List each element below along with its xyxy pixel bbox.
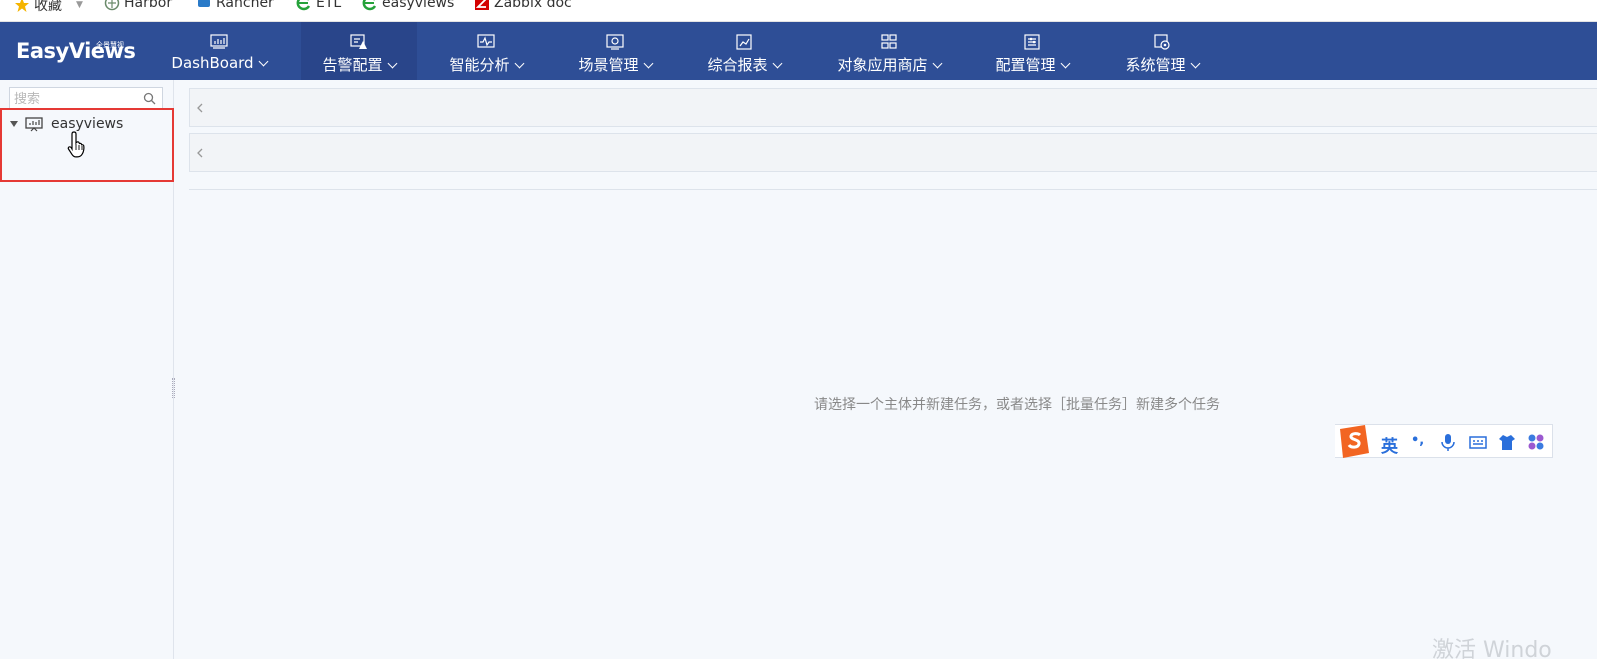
chevron-down-icon	[258, 56, 269, 67]
app-logo-subtitle: 全景慧视	[96, 41, 124, 49]
nav-dashboard[interactable]: DashBoard	[160, 22, 278, 80]
chevron-left-icon[interactable]	[196, 102, 205, 114]
bookmark-label: easyviews	[382, 0, 455, 11]
nav-label: 场景管理	[578, 56, 639, 74]
chevron-down-icon	[1060, 58, 1070, 69]
nav-label: DashBoard	[171, 54, 254, 72]
windows-activation-watermark: 激活 Windo	[1432, 638, 1552, 659]
nav-config-management[interactable]: 配置管理	[984, 22, 1080, 80]
search-box	[9, 87, 163, 109]
bookmark-easyviews[interactable]: easyviews	[362, 0, 454, 11]
nav-object-app-store[interactable]: 对象应用商店	[826, 22, 952, 80]
bookmark-etl[interactable]: ETL	[296, 0, 341, 11]
bookmark-label: Zabbix doc	[494, 0, 572, 11]
bookmark-favorites[interactable]: 收藏 ▼	[14, 0, 83, 15]
ime-language-toggle[interactable]: 英	[1381, 432, 1398, 457]
chevron-down-icon	[1190, 58, 1200, 69]
rancher-icon	[198, 0, 210, 7]
bookmark-label: ETL	[316, 0, 342, 11]
nav-label: 告警配置	[322, 56, 383, 74]
chevron-down-icon	[514, 58, 524, 69]
search-input[interactable]	[14, 90, 140, 107]
nav-alert-config[interactable]: 告警配置	[301, 22, 417, 80]
toolbox-grid-icon[interactable]	[1527, 433, 1545, 451]
chevron-down-icon	[772, 58, 782, 69]
search-icon[interactable]	[143, 92, 156, 105]
bookmark-zabbix-doc[interactable]: Zabbix doc	[474, 0, 572, 11]
analysis-pulse-icon	[477, 34, 495, 48]
nav-label: 对象应用商店	[837, 56, 928, 74]
sidebar-resize-handle[interactable]	[172, 378, 175, 398]
nav-smart-analysis[interactable]: 智能分析	[438, 22, 534, 80]
keyboard-icon[interactable]	[1469, 433, 1487, 451]
dashboard-chart-icon	[210, 34, 228, 49]
top-navigation: EasyViews 全景慧视 DashBoard 告警配置 智能分析 场景管理 …	[0, 22, 1597, 80]
scene-screen-icon	[606, 34, 624, 50]
sogou-logo-icon[interactable]	[1335, 423, 1373, 461]
microphone-icon[interactable]	[1439, 433, 1457, 451]
chevron-left-icon[interactable]	[196, 147, 205, 159]
e-browser-icon	[362, 0, 377, 11]
divider	[189, 189, 1597, 190]
e-browser-icon	[296, 0, 311, 11]
nav-label: 系统管理	[1125, 56, 1186, 74]
chevron-down-icon	[387, 58, 397, 69]
chevron-down-icon	[932, 58, 942, 69]
collapsed-panel-second[interactable]	[189, 133, 1597, 172]
bookmarks-bar: 收藏 ▼ Harbor Rancher ETL easyviews Zabbix…	[0, 0, 1597, 22]
bookmark-label: Rancher	[216, 0, 274, 11]
bookmark-rancher[interactable]: Rancher	[196, 0, 274, 11]
system-settings-icon	[1154, 34, 1170, 50]
nav-label: 智能分析	[449, 56, 510, 74]
collapsed-panel-top[interactable]	[189, 88, 1597, 127]
star-icon	[15, 0, 29, 12]
sidebar: easyviews	[0, 80, 175, 659]
bookmark-label: Harbor	[124, 0, 173, 11]
caret-down-icon[interactable]	[10, 121, 18, 127]
bookmark-label: 收藏	[34, 0, 62, 14]
ime-punctuation-toggle[interactable]: •,	[1411, 433, 1424, 448]
nav-system-management[interactable]: 系统管理	[1114, 22, 1210, 80]
nav-reports[interactable]: 综合报表	[696, 22, 792, 80]
main-content: 请选择一个主体并新建任务，或者选择［批量任务］新建多个任务	[176, 80, 1597, 659]
zabbix-icon	[475, 0, 489, 10]
nav-label: 综合报表	[707, 56, 768, 74]
bookmark-harbor[interactable]: Harbor	[104, 0, 172, 11]
config-sliders-icon	[1024, 34, 1040, 50]
ime-toolbar[interactable]: 英 •,	[1335, 424, 1553, 458]
hand-cursor-icon	[67, 131, 85, 158]
nav-scene-management[interactable]: 场景管理	[567, 22, 663, 80]
monitor-chart-icon	[25, 116, 43, 131]
skin-shirt-icon[interactable]	[1498, 433, 1516, 451]
dropdown-arrow-icon: ▼	[76, 0, 83, 10]
harbor-icon	[104, 0, 120, 11]
alert-config-icon	[350, 34, 367, 49]
nav-label: 配置管理	[995, 56, 1056, 74]
chevron-down-icon	[643, 58, 653, 69]
report-icon	[736, 34, 752, 50]
app-store-grid-icon	[881, 34, 897, 49]
empty-state-message: 请选择一个主体并新建任务，或者选择［批量任务］新建多个任务	[814, 397, 1220, 413]
